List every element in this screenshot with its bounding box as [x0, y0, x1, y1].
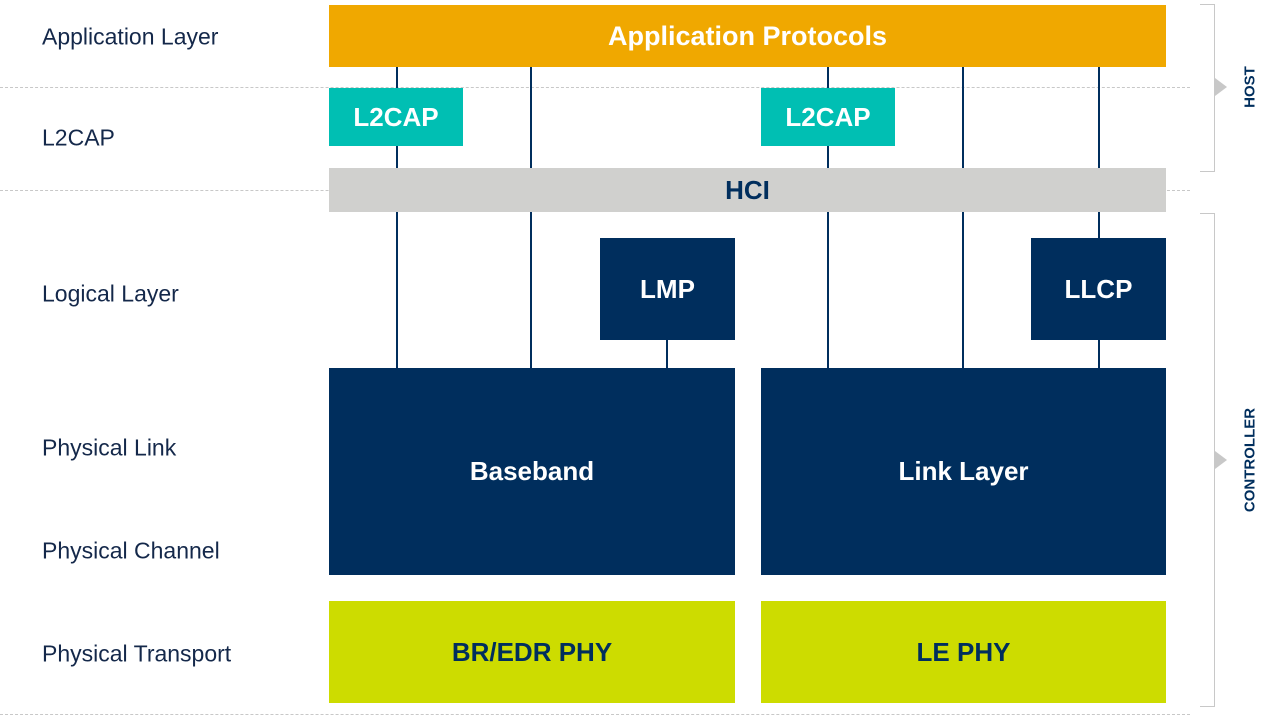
- l2cap-block-left: L2CAP: [329, 88, 463, 146]
- le-phy-block: LE PHY: [761, 601, 1166, 703]
- controller-pointer-icon: [1215, 451, 1227, 469]
- bredr-phy-block: BR/EDR PHY: [329, 601, 735, 703]
- application-protocols-block: Application Protocols: [329, 5, 1166, 67]
- layer-label-physical-transport: Physical Transport: [42, 640, 232, 667]
- connector-line: [530, 67, 532, 368]
- host-label: HOST: [1241, 66, 1259, 108]
- divider-host-l2cap: [0, 87, 1190, 88]
- llcp-block: LLCP: [1031, 238, 1166, 340]
- host-bracket: [1200, 4, 1215, 172]
- baseband-block: Baseband: [329, 368, 735, 575]
- layer-label-logical: Logical Layer: [42, 280, 179, 307]
- divider-bottom: [0, 714, 1190, 715]
- bluetooth-stack-diagram: Application Layer L2CAP Logical Layer Ph…: [0, 0, 1280, 720]
- connector-line: [666, 340, 668, 368]
- layer-label-physical-channel: Physical Channel: [42, 537, 220, 564]
- connector-line: [962, 67, 964, 368]
- l2cap-block-right: L2CAP: [761, 88, 895, 146]
- layer-label-l2cap: L2CAP: [42, 124, 115, 151]
- layer-label-physical-link: Physical Link: [42, 434, 177, 461]
- hci-block: HCI: [329, 168, 1166, 212]
- controller-label: CONTROLLER: [1241, 407, 1259, 513]
- lmp-block: LMP: [600, 238, 735, 340]
- host-pointer-icon: [1215, 78, 1227, 96]
- layer-label-application: Application Layer: [42, 23, 219, 50]
- link-layer-block: Link Layer: [761, 368, 1166, 575]
- controller-bracket: [1200, 213, 1215, 707]
